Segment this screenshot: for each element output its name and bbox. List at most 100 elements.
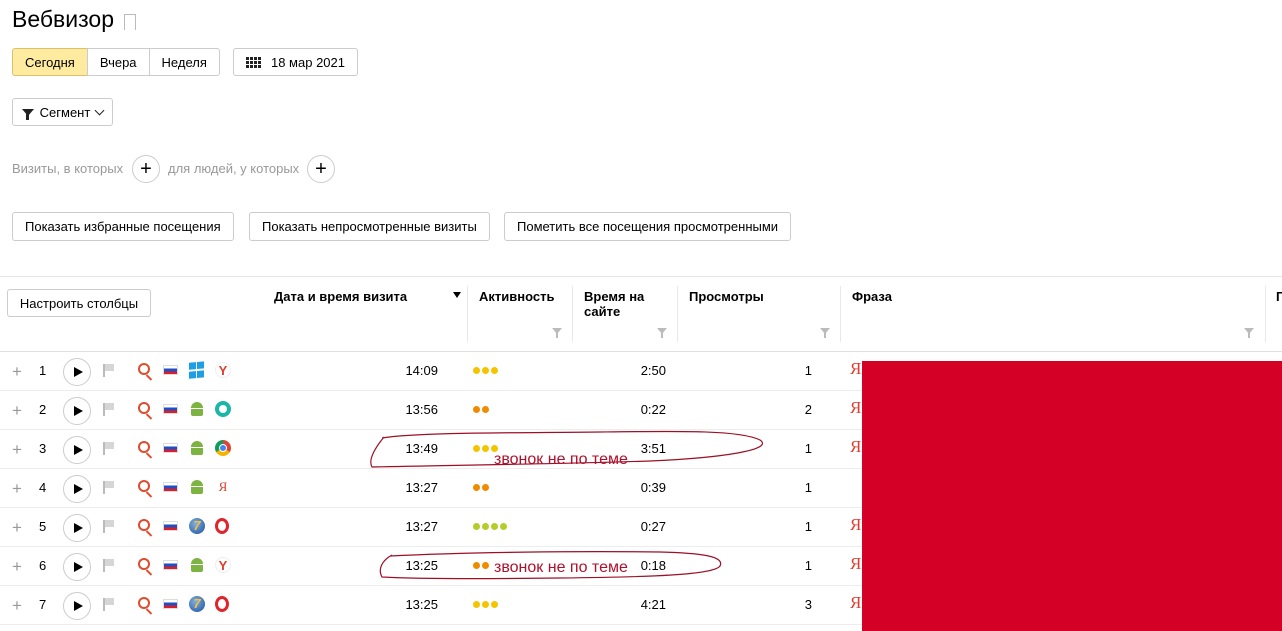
date-picker-button[interactable]: 18 мар 2021 (233, 48, 358, 76)
search-icon[interactable] (138, 519, 150, 531)
search-icon[interactable] (138, 597, 150, 609)
expand-row-icon[interactable]: + (12, 440, 22, 460)
chrome-icon (215, 440, 231, 456)
add-people-condition-button[interactable]: + (307, 155, 335, 183)
play-button[interactable] (63, 397, 91, 425)
filter-icon[interactable] (552, 328, 562, 338)
page-views: 1 (804, 480, 812, 495)
column-header-time-on-site-line1: Время на (584, 289, 645, 304)
filter-icon[interactable] (1244, 328, 1254, 338)
expand-row-icon[interactable]: + (12, 401, 22, 421)
flag-icon[interactable] (103, 403, 115, 416)
column-header-next[interactable]: П (1276, 289, 1282, 304)
expand-row-icon[interactable]: + (12, 518, 22, 538)
yandex-search-icon: Я (850, 593, 862, 612)
page-views: 3 (804, 597, 812, 612)
search-icon[interactable] (138, 441, 150, 453)
calendar-icon (245, 56, 261, 68)
plus-icon: + (315, 158, 327, 180)
expand-row-icon[interactable]: + (12, 557, 22, 577)
flag-icon[interactable] (103, 481, 115, 494)
yandex-search-icon: Я (850, 554, 862, 573)
column-separator (572, 286, 573, 342)
yandex-search-icon: Я (850, 515, 862, 534)
date-label: 18 мар 2021 (270, 54, 345, 70)
search-icon[interactable] (138, 558, 150, 570)
period-week-button[interactable]: Неделя (148, 48, 220, 76)
annotation-note-row6: звонок не по теме (494, 559, 628, 576)
play-button[interactable] (63, 592, 91, 620)
russia-flag-icon (163, 599, 178, 609)
activity-indicator (473, 558, 489, 569)
bookmark-icon[interactable] (123, 13, 136, 36)
android-icon (189, 440, 205, 456)
column-header-datetime[interactable]: Дата и время визита (274, 289, 407, 304)
page-title-text: Вебвизор (12, 6, 114, 32)
show-unviewed-button[interactable]: Показать непросмотренные визиты (249, 212, 490, 241)
time-on-site: 0:39 (640, 480, 666, 495)
sort-desc-icon[interactable] (453, 292, 461, 298)
column-header-phrase[interactable]: Фраза (852, 289, 892, 304)
filter-icon[interactable] (657, 328, 667, 338)
windows7-icon: 7 (189, 518, 205, 534)
time-on-site: 0:22 (640, 402, 666, 417)
flag-icon[interactable] (103, 559, 115, 572)
page-title: Вебвизор (12, 6, 136, 36)
flag-icon[interactable] (103, 598, 115, 611)
row-number: 4 (39, 480, 47, 495)
section-divider (0, 276, 1282, 277)
play-button[interactable] (63, 436, 91, 464)
android-icon (189, 557, 205, 573)
plus-icon: + (140, 158, 152, 180)
search-icon[interactable] (138, 480, 150, 492)
column-header-views[interactable]: Просмотры (689, 289, 764, 304)
mark-all-viewed-button[interactable]: Пометить все посещения просмотренными (504, 212, 792, 241)
russia-flag-icon (163, 365, 178, 375)
column-header-activity[interactable]: Активность (479, 289, 554, 304)
visit-time: 13:56 (405, 402, 438, 417)
expand-row-icon[interactable]: + (12, 362, 22, 382)
activity-indicator (473, 597, 498, 608)
visit-time: 13:27 (405, 519, 438, 534)
add-visit-condition-button[interactable]: + (132, 155, 160, 183)
visit-time: 13:25 (405, 558, 438, 573)
column-separator (467, 286, 468, 342)
column-header-time-on-site[interactable]: Время на сайте (584, 289, 644, 319)
page-views: 1 (804, 519, 812, 534)
row-number: 6 (39, 558, 47, 573)
android-icon (189, 479, 205, 495)
expand-row-icon[interactable]: + (12, 596, 22, 616)
filter-icon[interactable] (820, 328, 830, 338)
android-icon (189, 401, 205, 417)
flag-icon[interactable] (103, 442, 115, 455)
play-button[interactable] (63, 514, 91, 542)
segment-button[interactable]: Сегмент (12, 98, 113, 126)
search-icon[interactable] (138, 402, 150, 414)
yandex-browser-icon: Y (215, 557, 231, 573)
row-number: 2 (39, 402, 47, 417)
people-condition-label: для людей, у которых (168, 161, 300, 176)
flag-icon[interactable] (103, 364, 115, 377)
period-yesterday-button[interactable]: Вчера (86, 48, 150, 76)
russia-flag-icon (163, 560, 178, 570)
yandex-icon: Я (218, 479, 228, 494)
redacted-area (862, 361, 1282, 631)
period-today-button[interactable]: Сегодня (12, 48, 88, 76)
yandex-browser-icon: Y (215, 362, 231, 378)
configure-columns-button[interactable]: Настроить столбцы (7, 289, 151, 317)
activity-indicator (473, 480, 489, 491)
column-header-time-on-site-line2: сайте (584, 304, 621, 319)
visit-time: 13:27 (405, 480, 438, 495)
expand-row-icon[interactable]: + (12, 479, 22, 499)
yandex-search-icon: Я (850, 359, 862, 378)
chevron-down-icon (94, 105, 105, 115)
activity-indicator (473, 363, 498, 374)
page-views: 2 (804, 402, 812, 417)
play-button[interactable] (63, 358, 91, 386)
russia-flag-icon (163, 482, 178, 492)
play-button[interactable] (63, 553, 91, 581)
search-icon[interactable] (138, 363, 150, 375)
show-favorites-button[interactable]: Показать избранные посещения (12, 212, 234, 241)
play-button[interactable] (63, 475, 91, 503)
flag-icon[interactable] (103, 520, 115, 533)
